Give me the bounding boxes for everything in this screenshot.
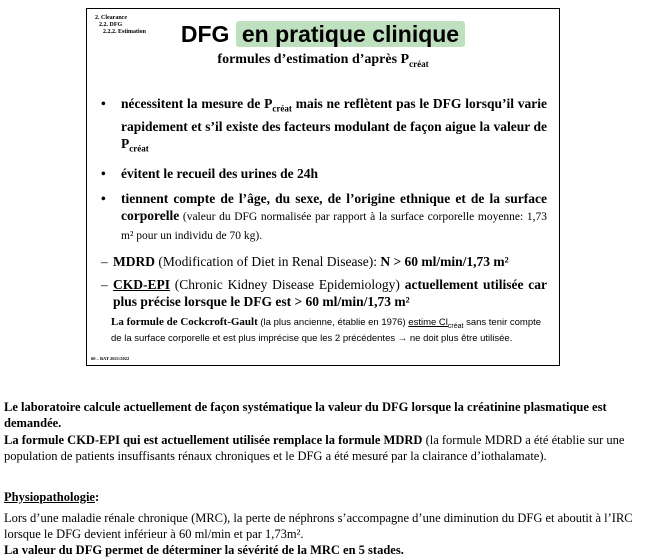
paragraph-text: Le laboratoire calcule actuellement de f… [4, 400, 607, 430]
paragraph-stades: La valeur du DFG permet de déterminer la… [4, 543, 644, 559]
bullet-text: évitent le recueil des urines de 24h [121, 166, 318, 182]
subtitle-text: formules d’estimation d’après P [217, 52, 410, 67]
bullet-sub: créat [272, 103, 292, 114]
paragraph-bold: La formule CKD-EPI qui est actuellement … [4, 433, 423, 447]
ckd-line: – CKD-EPI (Chronic Kidney Disease Epidem… [101, 277, 548, 310]
paragraph-text: La valeur du DFG permet de déterminer la… [4, 543, 404, 557]
physio-heading: Physiopathologie: [4, 490, 644, 506]
subtitle-sub: créat [409, 58, 429, 69]
paragraph-lab: Le laboratoire calcule actuellement de f… [4, 400, 644, 431]
ckd-desc: (Chronic Kidney Disease Epidemiology) [170, 277, 405, 293]
paragraph-mrc: Lors d’une maladie rénale chronique (MRC… [4, 511, 644, 542]
heading-colon: : [95, 490, 100, 504]
paragraph-ckd: La formule CKD-EPI qui est actuellement … [4, 433, 644, 464]
slide: 2. Clearance 2.2. DFG 2.2.2. Estimation … [86, 8, 560, 366]
cockcroft-note: La formule de Cockcroft-Gault (la plus a… [111, 316, 547, 345]
paragraph-text: Lors d’une maladie rénale chronique (MRC… [4, 511, 633, 541]
bullet-item: • tiennent compte de l’âge, du sexe, de … [101, 190, 547, 245]
slide-subtitle: formules d’estimation d’après Pcréat [87, 52, 559, 69]
mdrd-name: MDRD [113, 254, 155, 270]
note-text: (la plus ancienne, établie en 1976) [257, 317, 409, 329]
bullet-dot: • [101, 191, 106, 207]
bullet-dot: • [101, 166, 106, 182]
title-prefix: DFG [180, 21, 236, 47]
mdrd-value: N > 60 ml/min/1,73 m² [380, 254, 509, 270]
bullet-item: • évitent le recueil des urines de 24h [101, 165, 547, 182]
slide-footer: 60 – BAT 2021/2022 [91, 356, 130, 361]
slide-title: DFG en pratique clinique [87, 20, 559, 48]
bullet-dot: • [101, 96, 106, 111]
mdrd-desc: (Modification of Diet in Renal Disease): [155, 254, 381, 270]
mdrd-line: – MDRD (Modification of Diet in Renal Di… [101, 254, 509, 270]
note-sub: créat [447, 323, 464, 331]
note-underlined: estime Cl [408, 317, 448, 329]
heading-text: Physiopathologie [4, 490, 95, 504]
bullet-sub: créat [129, 143, 149, 154]
bullet-note: (valeur du DFG normalisée par rapport à … [121, 211, 547, 243]
bullet-list: • nécessitent la mesure de Pcréat mais n… [101, 95, 547, 345]
ckd-name: CKD-EPI [113, 277, 170, 293]
bullet-item: • nécessitent la mesure de Pcréat mais n… [101, 95, 547, 157]
note-bold: La formule de Cockcroft-Gault [111, 316, 258, 329]
title-highlight: en pratique clinique [235, 21, 466, 47]
bullet-text: nécessitent la mesure de P [121, 96, 273, 111]
